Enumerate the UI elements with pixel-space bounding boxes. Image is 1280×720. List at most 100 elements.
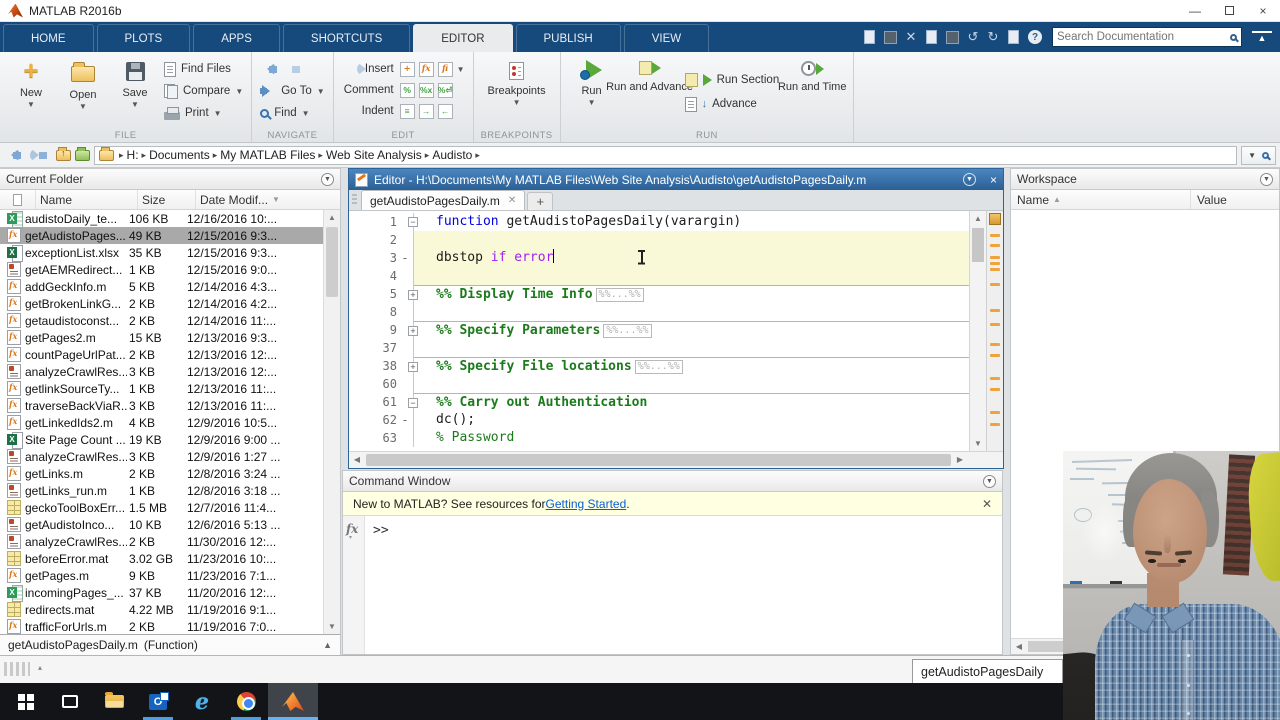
analyzer-warning-marker[interactable] bbox=[990, 234, 1000, 237]
fx-icon[interactable]: fx bbox=[346, 522, 358, 536]
file-row[interactable]: traverseBackViaR...3 KB12/13/2016 11:... bbox=[0, 397, 323, 414]
file-row[interactable]: audistoDaily_te...106 KB12/16/2016 10:..… bbox=[0, 210, 323, 227]
cut-icon[interactable]: ✕ bbox=[903, 29, 919, 45]
copy-icon[interactable] bbox=[926, 30, 937, 44]
close-button[interactable]: × bbox=[1246, 0, 1280, 21]
analyzer-warning-marker[interactable] bbox=[990, 283, 1000, 286]
file-row[interactable]: analyzeCrawlRes...3 KB12/13/2016 12:... bbox=[0, 363, 323, 380]
scroll-right-icon[interactable]: ▶ bbox=[952, 452, 968, 468]
code-text[interactable]: +%% Specify Parameters%%...%% bbox=[413, 321, 969, 339]
new-script-icon[interactable] bbox=[864, 30, 875, 44]
analyzer-warning-marker[interactable] bbox=[990, 377, 1000, 380]
editor-close-icon[interactable]: × bbox=[990, 173, 997, 187]
scrollbar-thumb[interactable] bbox=[326, 227, 338, 297]
find-dropdown-arrow[interactable]: ▼ bbox=[302, 109, 310, 118]
code-line-62[interactable]: 62-dc(); bbox=[349, 411, 969, 429]
code-text[interactable] bbox=[413, 267, 969, 285]
ribbon-tab-view[interactable]: VIEW bbox=[624, 24, 709, 52]
code-analyzer-indicator-bar[interactable] bbox=[986, 211, 1003, 451]
message-indicator-icon[interactable] bbox=[989, 213, 1001, 225]
save-button[interactable]: Save▼ bbox=[112, 56, 158, 128]
current-function-indicator[interactable]: getAudistoPagesDaily bbox=[912, 659, 1063, 684]
maximize-button[interactable] bbox=[1212, 0, 1246, 21]
save-icon[interactable] bbox=[884, 31, 897, 44]
file-row[interactable]: getPages2.m15 KB12/13/2016 9:3... bbox=[0, 329, 323, 346]
search-documentation-box[interactable] bbox=[1052, 27, 1242, 47]
ribbon-tab-shortcuts[interactable]: SHORTCUTS bbox=[283, 24, 410, 52]
code-text[interactable]: dc(); bbox=[413, 411, 969, 429]
compare-dropdown-arrow[interactable]: ▼ bbox=[235, 87, 243, 96]
run-section-button[interactable]: Run Section bbox=[685, 70, 780, 90]
breakpoints-dropdown-arrow[interactable]: ▼ bbox=[513, 98, 521, 107]
file-row[interactable]: getBrokenLinkG...2 KB12/14/2016 4:2... bbox=[0, 295, 323, 312]
getting-started-link[interactable]: Getting Started bbox=[546, 497, 627, 511]
taskbar-task-view-button[interactable] bbox=[48, 683, 92, 720]
workspace-column-value[interactable]: Value bbox=[1191, 193, 1279, 207]
file-row[interactable]: getaudistoconst...2 KB12/14/2016 11:... bbox=[0, 312, 323, 329]
column-icon[interactable] bbox=[0, 190, 36, 209]
code-line-8[interactable]: 8 bbox=[349, 303, 969, 321]
indent-left-icon[interactable]: ← bbox=[438, 104, 453, 119]
insert-dropdown-arrow[interactable]: ▼ bbox=[457, 65, 465, 74]
tab-bar-grip[interactable] bbox=[352, 194, 357, 206]
ribbon-tab-editor[interactable]: EDITOR bbox=[413, 24, 512, 52]
wrap-comments-icon[interactable]: %⏎ bbox=[438, 83, 453, 98]
code-line-9[interactable]: 9+%% Specify Parameters%%...%% bbox=[349, 321, 969, 339]
code-text[interactable] bbox=[413, 303, 969, 321]
advance-button[interactable]: ↓Advance bbox=[685, 94, 780, 114]
insert-section-icon[interactable]: + bbox=[400, 62, 415, 77]
open-dropdown-arrow[interactable]: ▼ bbox=[79, 102, 87, 111]
search-documentation-input[interactable] bbox=[1057, 31, 1230, 43]
code-line-3[interactable]: 3-dbstop if error bbox=[349, 249, 969, 267]
editor-horizontal-scrollbar[interactable]: ◀ ▶ bbox=[349, 451, 1003, 468]
file-row[interactable]: getAudistoInco...10 KB12/6/2016 5:13 ... bbox=[0, 516, 323, 533]
code-text[interactable]: +%% Specify File locations%%...%% bbox=[413, 357, 969, 375]
analyzer-warning-marker[interactable] bbox=[990, 388, 1000, 391]
collapsed-section-badge[interactable]: %%...%% bbox=[635, 360, 683, 374]
file-row[interactable]: analyzeCrawlRes...2 KB11/30/2016 12:... bbox=[0, 533, 323, 550]
print-dropdown-arrow[interactable]: ▼ bbox=[214, 109, 222, 118]
compare-button[interactable]: Compare▼ bbox=[164, 82, 243, 100]
tab-close-icon[interactable]: ✕ bbox=[508, 195, 516, 206]
analyzer-warning-marker[interactable] bbox=[990, 411, 1000, 414]
find-button[interactable]: Find▼ bbox=[260, 104, 324, 122]
ribbon-tab-publish[interactable]: PUBLISH bbox=[516, 24, 621, 52]
address-forward-icon[interactable] bbox=[30, 148, 52, 163]
scroll-up-icon[interactable]: ▲ bbox=[324, 210, 340, 225]
scroll-left-icon[interactable]: ◀ bbox=[1011, 639, 1027, 654]
forward-icon[interactable] bbox=[287, 62, 309, 77]
analyzer-warning-marker[interactable] bbox=[990, 423, 1000, 426]
analyzer-warning-marker[interactable] bbox=[990, 262, 1000, 265]
code-line-4[interactable]: 4 bbox=[349, 267, 969, 285]
new-dropdown-arrow[interactable]: ▼ bbox=[27, 100, 35, 109]
current-folder-menu-icon[interactable]: ▼ bbox=[321, 173, 334, 186]
code-line-63[interactable]: 63% Password bbox=[349, 429, 969, 447]
run-dropdown-arrow[interactable]: ▼ bbox=[588, 98, 596, 107]
taskbar-file-explorer-button[interactable] bbox=[92, 683, 136, 720]
code-line-60[interactable]: 60 bbox=[349, 375, 969, 393]
command-prompt[interactable]: >> bbox=[365, 516, 389, 654]
insert-fi-icon[interactable]: fi bbox=[438, 62, 453, 77]
analyzer-warning-marker[interactable] bbox=[990, 354, 1000, 357]
breadcrumb-item[interactable]: Documents bbox=[149, 148, 210, 162]
file-row[interactable]: geckoToolBoxErr...1.5 MB12/7/2016 11:4..… bbox=[0, 499, 323, 516]
taskbar-chrome-button[interactable] bbox=[224, 683, 268, 720]
new-tab-button[interactable]: + bbox=[527, 192, 553, 210]
analyzer-warning-marker[interactable] bbox=[990, 343, 1000, 346]
address-search-icon[interactable] bbox=[1262, 152, 1269, 159]
code-text[interactable]: −%% Carry out Authentication bbox=[413, 393, 969, 411]
undo-icon[interactable]: ↺ bbox=[965, 29, 981, 45]
expand-fold-icon[interactable]: + bbox=[408, 326, 418, 336]
status-bar-grip[interactable] bbox=[4, 662, 30, 676]
code-line-38[interactable]: 38+%% Specify File locations%%...%% bbox=[349, 357, 969, 375]
file-row[interactable]: getPages.m9 KB11/23/2016 7:1... bbox=[0, 567, 323, 584]
uncomment-icon[interactable]: %x bbox=[419, 83, 434, 98]
scrollbar-thumb[interactable] bbox=[366, 454, 951, 466]
file-row[interactable]: redirects.mat4.22 MB11/19/2016 9:1... bbox=[0, 601, 323, 618]
analyzer-warning-marker[interactable] bbox=[990, 309, 1000, 312]
editor-vertical-scrollbar[interactable]: ▲ ▼ bbox=[969, 211, 986, 451]
column-name[interactable]: Name bbox=[36, 190, 138, 209]
paste-icon[interactable] bbox=[946, 31, 959, 44]
breakpoints-button[interactable]: Breakpoints▼ bbox=[482, 56, 552, 128]
comment-icon[interactable]: % bbox=[400, 83, 415, 98]
